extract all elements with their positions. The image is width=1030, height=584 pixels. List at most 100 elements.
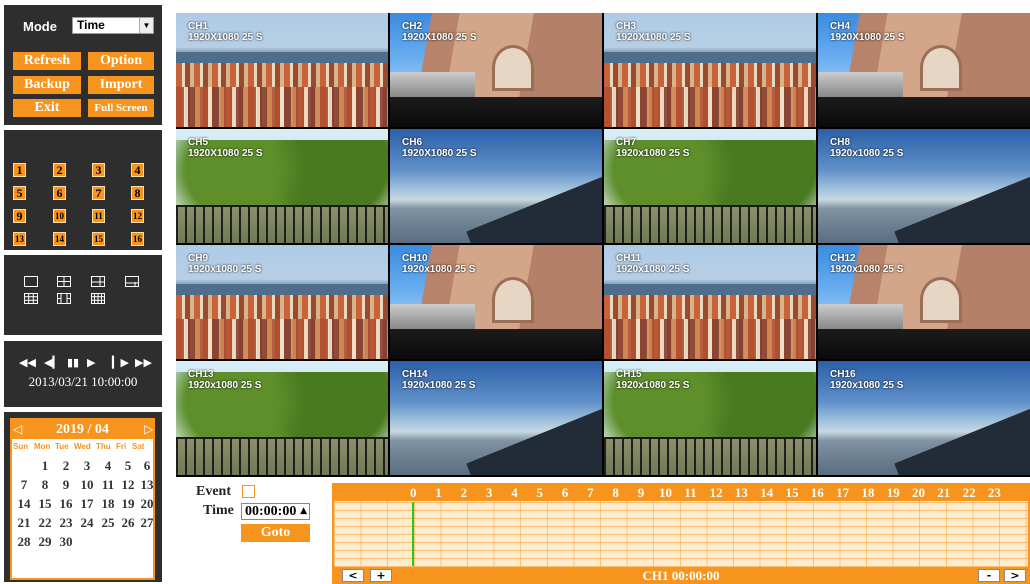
channel-3-button[interactable]: 3 bbox=[92, 163, 105, 177]
play-icon[interactable]: ▶ bbox=[87, 356, 95, 369]
video-channel-14[interactable]: CH14 1920x1080 25 S bbox=[390, 361, 602, 475]
channel-8-button[interactable]: 8 bbox=[131, 186, 144, 200]
timeline-grid[interactable] bbox=[334, 501, 1028, 567]
calendar-day[interactable]: 20 bbox=[137, 496, 157, 512]
video-channel-16[interactable]: CH16 1920x1080 25 S bbox=[818, 361, 1030, 475]
video-channel-10[interactable]: CH10 1920x1080 25 S bbox=[390, 245, 602, 359]
calendar-day[interactable]: 24 bbox=[77, 515, 97, 531]
video-channel-1[interactable]: CH1 1920X1080 25 S bbox=[176, 13, 388, 127]
calendar-day[interactable]: 2 bbox=[56, 458, 76, 474]
calendar-day[interactable]: 1 bbox=[35, 458, 55, 474]
video-channel-7[interactable]: CH7 1920x1080 25 S bbox=[604, 129, 816, 243]
video-channel-2[interactable]: CH2 1920X1080 25 S bbox=[390, 13, 602, 127]
calendar-day[interactable]: 6 bbox=[137, 458, 157, 474]
layout-9-icon[interactable] bbox=[24, 293, 38, 304]
calendar-day[interactable]: 4 bbox=[98, 458, 118, 474]
calendar-day[interactable]: 21 bbox=[14, 515, 34, 531]
step-forward-icon[interactable]: ▎▶ bbox=[112, 356, 129, 369]
channel-7-button[interactable]: 7 bbox=[92, 186, 105, 200]
calendar-day[interactable]: 11 bbox=[98, 477, 118, 493]
calendar-next-icon[interactable]: ▷ bbox=[144, 420, 153, 439]
channel-name: CH13 bbox=[188, 369, 214, 380]
import-button[interactable]: Import bbox=[88, 76, 154, 94]
calendar-prev-icon[interactable]: ◁ bbox=[13, 420, 22, 439]
layout-8-icon[interactable] bbox=[125, 276, 139, 287]
channel-16-button[interactable]: 16 bbox=[131, 232, 144, 246]
calendar-day[interactable]: 9 bbox=[56, 477, 76, 493]
calendar-day[interactable]: 22 bbox=[35, 515, 55, 531]
calendar-day[interactable]: 23 bbox=[56, 515, 76, 531]
channel-9-button[interactable]: 9 bbox=[13, 209, 26, 223]
goto-button[interactable]: Goto bbox=[241, 524, 310, 542]
calendar-day[interactable]: 7 bbox=[14, 477, 34, 493]
calendar-day[interactable]: 15 bbox=[35, 496, 55, 512]
video-channel-9[interactable]: CH9 1920x1080 25 S bbox=[176, 245, 388, 359]
video-channel-8[interactable]: CH8 1920x1080 25 S bbox=[818, 129, 1030, 243]
step-back-icon[interactable]: ◀▎ bbox=[44, 356, 61, 369]
calendar-day[interactable]: 18 bbox=[98, 496, 118, 512]
timeline-next-button[interactable]: > bbox=[1004, 569, 1026, 582]
video-channel-5[interactable]: CH5 1920X1080 25 S bbox=[176, 129, 388, 243]
calendar-day[interactable]: 14 bbox=[14, 496, 34, 512]
channel-11-button[interactable]: 11 bbox=[92, 209, 105, 223]
channel-label: CH13 1920x1080 25 S bbox=[188, 369, 261, 391]
event-checkbox[interactable] bbox=[242, 485, 255, 498]
calendar-day[interactable]: 29 bbox=[35, 534, 55, 550]
time-input[interactable]: 00:00:00 ▲ bbox=[241, 503, 310, 520]
refresh-button[interactable]: Refresh bbox=[13, 52, 81, 70]
calendar-day[interactable]: 26 bbox=[118, 515, 138, 531]
channel-name: CH2 bbox=[402, 21, 423, 32]
channel-2-button[interactable]: 2 bbox=[53, 163, 66, 177]
option-button[interactable]: Option bbox=[88, 52, 154, 70]
full-screen-button[interactable]: Full Screen bbox=[88, 99, 154, 117]
channel-5-button[interactable]: 5 bbox=[13, 186, 26, 200]
channel-12-button[interactable]: 12 bbox=[131, 209, 144, 223]
calendar-day[interactable]: 5 bbox=[118, 458, 138, 474]
spinner-icon[interactable]: ▲ bbox=[300, 504, 307, 519]
channel-15-button[interactable]: 15 bbox=[92, 232, 105, 246]
channel-13-button[interactable]: 13 bbox=[13, 232, 26, 246]
calendar-day[interactable]: 19 bbox=[118, 496, 138, 512]
calendar-day[interactable]: 25 bbox=[98, 515, 118, 531]
layout-1-icon[interactable] bbox=[24, 276, 38, 287]
calendar-day[interactable]: 13 bbox=[137, 477, 157, 493]
zoom-in-button[interactable]: + bbox=[370, 569, 392, 582]
backup-button[interactable]: Backup bbox=[13, 76, 81, 94]
calendar-day[interactable]: 16 bbox=[56, 496, 76, 512]
fast-forward-icon[interactable]: ▶▶ bbox=[135, 356, 152, 369]
channel-4-button[interactable]: 4 bbox=[131, 163, 144, 177]
calendar-day[interactable]: 28 bbox=[14, 534, 34, 550]
calendar-day[interactable]: 27 bbox=[137, 515, 157, 531]
timeline-cursor[interactable] bbox=[412, 502, 414, 566]
channel-1-button[interactable]: 1 bbox=[13, 163, 26, 177]
calendar-day[interactable]: 3 bbox=[77, 458, 97, 474]
channel-10-button[interactable]: 10 bbox=[53, 209, 66, 223]
layout-4-icon[interactable] bbox=[57, 276, 71, 287]
video-channel-6[interactable]: CH6 1920X1080 25 S bbox=[390, 129, 602, 243]
video-channel-4[interactable]: CH4 1920X1080 25 S bbox=[818, 13, 1030, 127]
layout-10-icon[interactable] bbox=[57, 293, 71, 304]
layout-6-icon[interactable] bbox=[91, 276, 105, 287]
channel-6-button[interactable]: 6 bbox=[53, 186, 66, 200]
calendar-day[interactable]: 17 bbox=[77, 496, 97, 512]
channel-14-button[interactable]: 14 bbox=[53, 232, 66, 246]
zoom-out-button[interactable]: - bbox=[978, 569, 1000, 582]
time-input-value: 00:00:00 bbox=[245, 504, 297, 519]
pause-icon[interactable]: ▮▮ bbox=[67, 356, 79, 369]
video-channel-11[interactable]: CH11 1920x1080 25 S bbox=[604, 245, 816, 359]
video-channel-3[interactable]: CH3 1920X1080 25 S bbox=[604, 13, 816, 127]
calendar-day[interactable]: 12 bbox=[118, 477, 138, 493]
calendar-day[interactable]: 8 bbox=[35, 477, 55, 493]
channel-resolution: 1920x1080 25 S bbox=[188, 264, 262, 275]
calendar-day[interactable]: 10 bbox=[77, 477, 97, 493]
mode-select[interactable]: Time ▼ bbox=[72, 17, 154, 34]
video-channel-15[interactable]: CH15 1920x1080 25 S bbox=[604, 361, 816, 475]
video-channel-13[interactable]: CH13 1920x1080 25 S bbox=[176, 361, 388, 475]
video-channel-12[interactable]: CH12 1920x1080 25 S bbox=[818, 245, 1030, 359]
calendar-title: 2019 / 04 bbox=[56, 422, 109, 437]
layout-16-icon[interactable] bbox=[91, 293, 105, 304]
fast-rewind-icon[interactable]: ◀◀ bbox=[19, 356, 36, 369]
calendar-day[interactable]: 30 bbox=[56, 534, 76, 550]
timeline-prev-button[interactable]: < bbox=[342, 569, 364, 582]
exit-button[interactable]: Exit bbox=[13, 99, 81, 117]
